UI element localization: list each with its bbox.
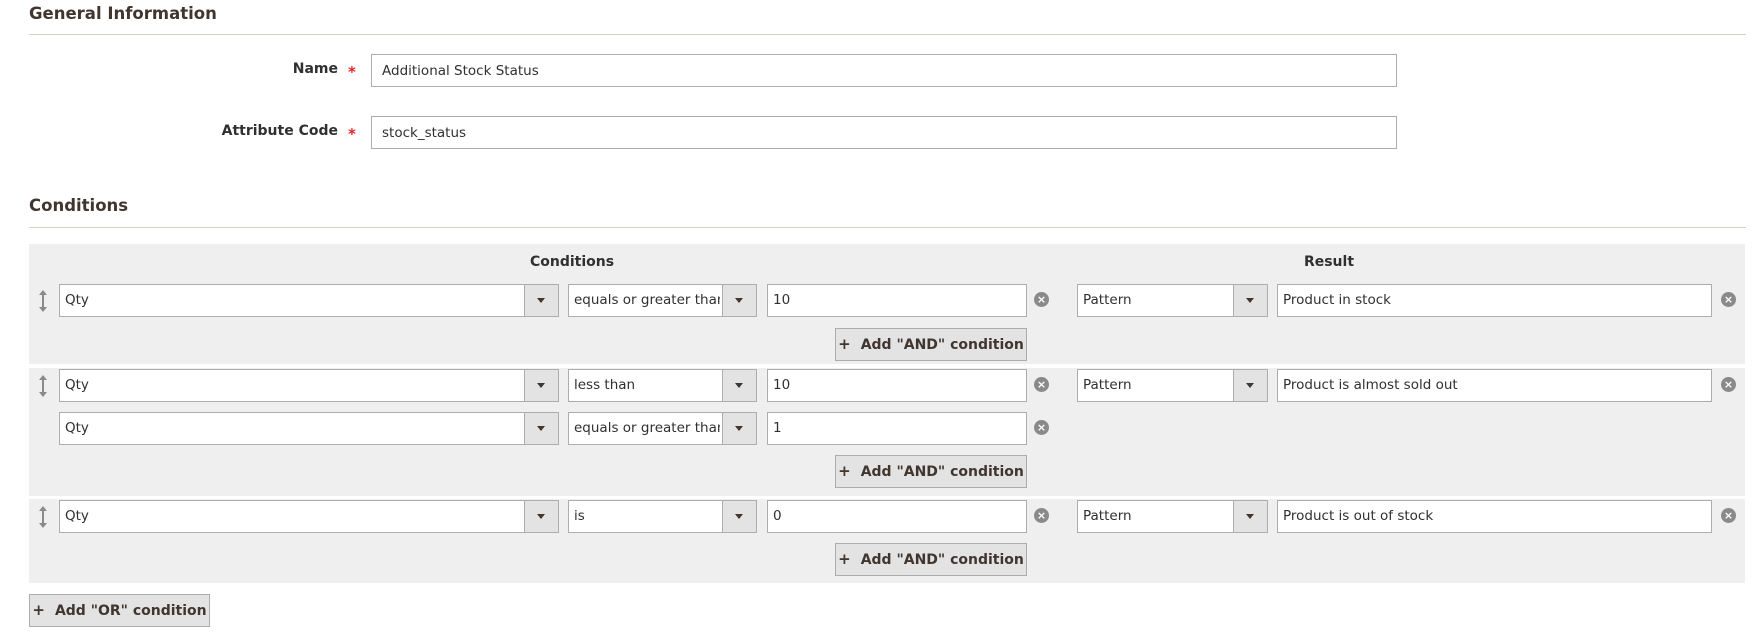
chevron-down-icon (524, 285, 558, 316)
chevron-down-icon (1233, 285, 1267, 316)
condition-attribute-select[interactable]: Qty (59, 369, 559, 402)
condition-value-input[interactable]: 1 (767, 412, 1027, 445)
condition-attribute-select[interactable]: Qty (59, 412, 559, 445)
condition-attribute-value: Qty (65, 508, 89, 524)
chevron-down-icon (524, 413, 558, 444)
general-information-title: General Information (29, 4, 217, 23)
chevron-down-icon (722, 370, 756, 401)
required-marker: * (348, 125, 356, 143)
remove-rule-icon[interactable]: × (1721, 508, 1736, 523)
add-and-condition-label: Add "AND" condition (860, 552, 1024, 568)
rule-block-2: Qty less than 10 × Pattern Product is al… (29, 368, 1745, 496)
chevron-down-icon (722, 501, 756, 532)
condition-operator-value: is (574, 508, 585, 524)
add-and-condition-label: Add "AND" condition (860, 464, 1024, 480)
result-type-value: Pattern (1083, 508, 1132, 524)
condition-operator-select[interactable]: equals or greater than (568, 284, 757, 317)
condition-operator-value: equals or greater than (574, 420, 720, 436)
result-value-input[interactable]: Product in stock (1277, 284, 1712, 317)
chevron-down-icon (722, 285, 756, 316)
remove-condition-icon[interactable]: × (1034, 292, 1049, 307)
condition-attribute-value: Qty (65, 292, 89, 308)
result-type-select[interactable]: Pattern (1077, 369, 1268, 402)
condition-value-input[interactable]: 0 (767, 500, 1027, 533)
condition-attribute-value: Qty (65, 420, 89, 436)
section-divider (29, 227, 1746, 228)
result-type-select[interactable]: Pattern (1077, 500, 1268, 533)
add-or-condition-button[interactable]: + Add "OR" condition (29, 594, 210, 627)
condition-attribute-select[interactable]: Qty (59, 284, 559, 317)
rule-block-3: Qty is 0 × Pattern Product is out of sto… (29, 499, 1745, 583)
chevron-down-icon (524, 501, 558, 532)
drag-handle-icon[interactable] (39, 290, 47, 312)
condition-value-input[interactable]: 10 (767, 284, 1027, 317)
condition-value-input[interactable]: 10 (767, 369, 1027, 402)
plus-icon: + (838, 335, 851, 353)
condition-operator-select[interactable]: equals or greater than (568, 412, 757, 445)
conditions-column-header: Conditions (529, 254, 615, 270)
drag-handle-icon[interactable] (39, 375, 47, 397)
add-and-condition-label: Add "AND" condition (860, 337, 1024, 353)
section-divider (29, 34, 1746, 35)
add-and-condition-button[interactable]: + Add "AND" condition (835, 543, 1027, 576)
add-or-condition-label: Add "OR" condition (54, 603, 207, 619)
add-and-condition-button[interactable]: + Add "AND" condition (835, 455, 1027, 488)
conditions-title: Conditions (29, 196, 129, 215)
add-and-condition-button[interactable]: + Add "AND" condition (835, 328, 1027, 361)
remove-condition-icon[interactable]: × (1034, 508, 1049, 523)
result-value-input[interactable]: Product is almost sold out (1277, 369, 1712, 402)
condition-operator-select[interactable]: is (568, 500, 757, 533)
name-label: Name (292, 61, 338, 77)
condition-attribute-value: Qty (65, 377, 89, 393)
attribute-code-input[interactable]: stock_status (371, 116, 1397, 149)
condition-operator-value: less than (574, 377, 636, 393)
result-column-header: Result (1303, 254, 1355, 270)
condition-operator-select[interactable]: less than (568, 369, 757, 402)
chevron-down-icon (524, 370, 558, 401)
drag-handle-icon[interactable] (39, 506, 47, 528)
result-type-select[interactable]: Pattern (1077, 284, 1268, 317)
chevron-down-icon (1233, 501, 1267, 532)
plus-icon: + (838, 462, 851, 480)
plus-icon: + (838, 550, 851, 568)
attribute-code-label: Attribute Code (221, 123, 338, 139)
chevron-down-icon (1233, 370, 1267, 401)
plus-icon: + (32, 601, 45, 619)
condition-attribute-select[interactable]: Qty (59, 500, 559, 533)
rule-block-1: Conditions Result Qty equals or greater … (29, 244, 1745, 364)
result-type-value: Pattern (1083, 292, 1132, 308)
remove-rule-icon[interactable]: × (1721, 377, 1736, 392)
required-marker: * (348, 63, 356, 81)
remove-condition-icon[interactable]: × (1034, 377, 1049, 392)
remove-condition-icon[interactable]: × (1034, 420, 1049, 435)
result-value-input[interactable]: Product is out of stock (1277, 500, 1712, 533)
result-type-value: Pattern (1083, 377, 1132, 393)
chevron-down-icon (722, 413, 756, 444)
name-input[interactable]: Additional Stock Status (371, 54, 1397, 87)
condition-operator-value: equals or greater than (574, 292, 720, 308)
remove-rule-icon[interactable]: × (1721, 292, 1736, 307)
